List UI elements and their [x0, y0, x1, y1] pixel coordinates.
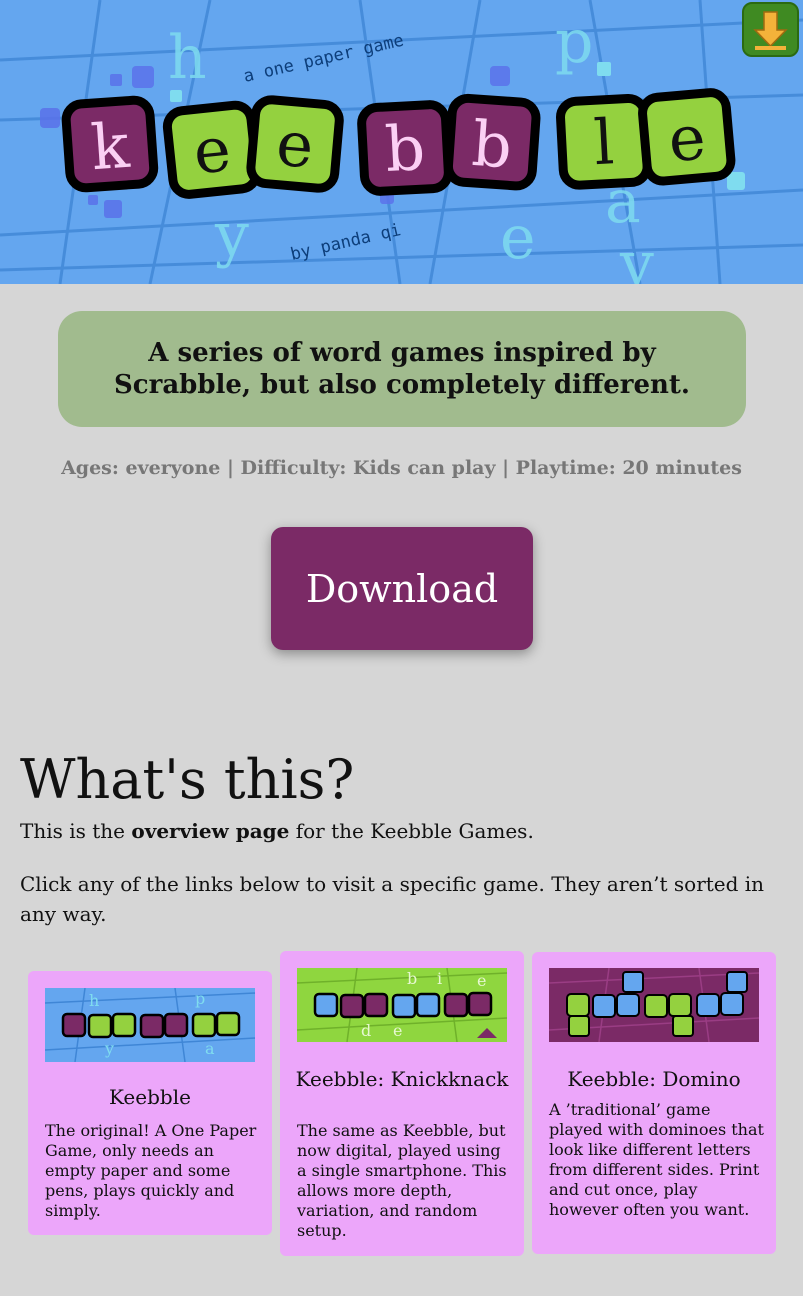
- bg-letter: p: [555, 7, 593, 77]
- header-banner: h y p e a y a one paper game by panda qi: [0, 0, 803, 284]
- svg-text:b: b: [407, 969, 417, 988]
- bg-letter: e: [500, 203, 536, 273]
- svg-text:e: e: [477, 971, 486, 990]
- game-card-domino[interactable]: Keebble: Domino A ’traditional’ game pla…: [532, 952, 776, 1254]
- game-card-keebble[interactable]: h p y a Keebble The original! A One Paper G…: [28, 971, 272, 1235]
- bg-letter: y: [214, 200, 249, 270]
- svg-text:d: d: [361, 1021, 371, 1040]
- logo-letter: k: [89, 109, 132, 184]
- svg-text:y: y: [104, 1039, 114, 1058]
- bg-letter: h: [168, 23, 207, 93]
- logo-letter: e: [190, 112, 234, 188]
- svg-text:h: h: [89, 991, 99, 1010]
- intro-text: This is the: [20, 819, 132, 843]
- home-button[interactable]: [742, 2, 799, 57]
- logo: k e e b b l e: [61, 88, 736, 199]
- logo-letter: l: [592, 105, 616, 179]
- card-description: A ’traditional’ game played with dominoe…: [549, 1100, 764, 1219]
- intro-bold: overview page: [131, 819, 290, 843]
- download-arrow-icon: [753, 11, 788, 50]
- download-button[interactable]: Download: [271, 527, 533, 650]
- svg-text:p: p: [195, 989, 205, 1008]
- banner-graphic: h y p e a y a one paper game by panda qi: [0, 0, 803, 284]
- logo-letter: b: [383, 111, 426, 186]
- card-thumbnail: b i e d e: [297, 968, 507, 1042]
- game-meta: Ages: everyone | Difficulty: Kids can pl…: [61, 457, 742, 479]
- card-title: Keebble: [109, 1085, 191, 1109]
- card-description: The same as Keebble, but now digital, pl…: [297, 1121, 507, 1240]
- instructions-paragraph: Click any of the links below to visit a …: [20, 872, 765, 926]
- logo-letter: e: [665, 100, 708, 176]
- game-card-knickknack[interactable]: b i e d e Keebble: Knickknack The same as Ke…: [280, 951, 524, 1256]
- intro-paragraph: This is the overview page for the Keebbl…: [20, 816, 780, 846]
- bg-letter: y: [619, 229, 654, 284]
- card-description: The original! A One Paper Game, only nee…: [45, 1121, 257, 1220]
- card-title: Keebble: Domino: [567, 1067, 741, 1091]
- intro-text: for the Keebble Games.: [289, 819, 534, 843]
- svg-text:e: e: [393, 1021, 402, 1040]
- card-title: Keebble: Knickknack: [295, 1067, 509, 1091]
- tagline: A series of word games inspired by Scrab…: [58, 311, 746, 427]
- section-title: What's this?: [20, 748, 355, 811]
- card-thumbnail: h p y a: [45, 988, 255, 1062]
- subtitle-top: a one paper game: [242, 31, 406, 87]
- card-thumbnail: [549, 968, 759, 1042]
- svg-text:i: i: [437, 969, 442, 988]
- logo-letter: b: [470, 107, 515, 183]
- logo-letter: e: [274, 107, 317, 183]
- svg-text:a: a: [205, 1039, 215, 1058]
